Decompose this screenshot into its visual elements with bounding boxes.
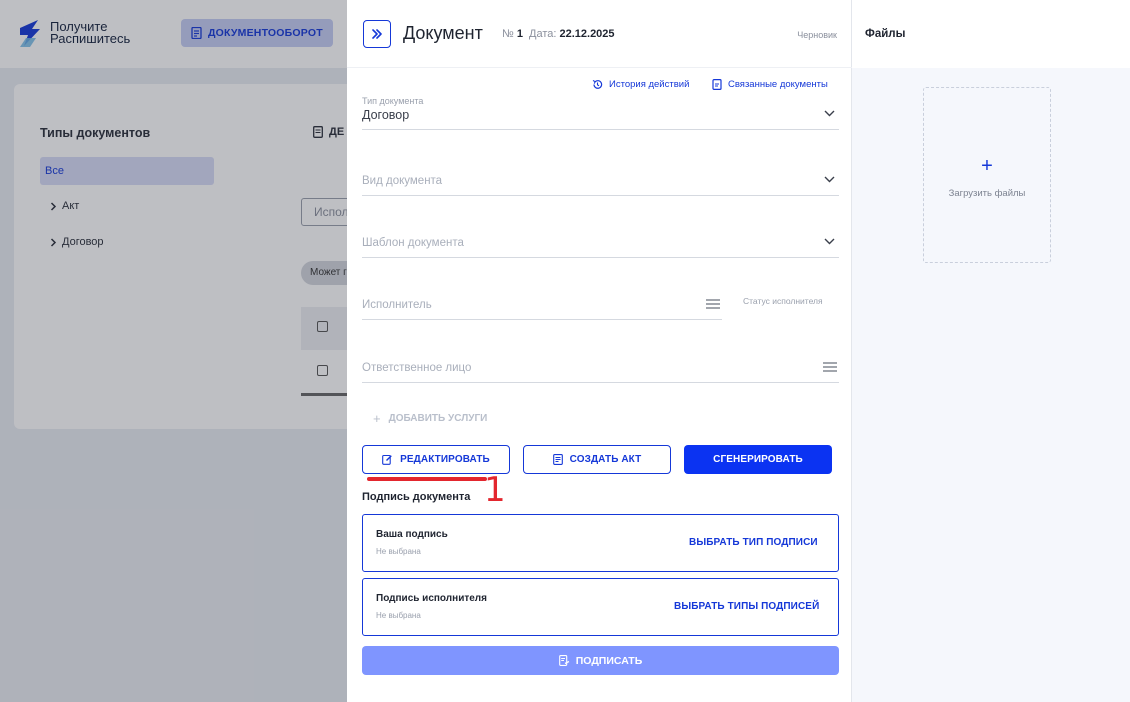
responsible-placeholder: Ответственное лицо	[362, 362, 472, 374]
executor-status-label: Статус исполнителя	[743, 296, 823, 306]
edit-icon	[382, 454, 392, 465]
document-status: Черновик	[797, 30, 837, 40]
executor-signature-card: Подпись исполнителя Не выбрана ВЫБРАТЬ Т…	[362, 578, 839, 636]
create-act-button[interactable]: СОЗДАТЬ АКТ	[523, 445, 671, 474]
create-act-label: СОЗДАТЬ АКТ	[569, 454, 642, 465]
doc-type-value: Договор	[362, 108, 410, 122]
linked-document-icon	[712, 79, 722, 90]
doc-template-select[interactable]: Шаблон документа	[362, 224, 839, 258]
double-chevron-right-icon	[372, 29, 382, 39]
doc-template-placeholder: Шаблон документа	[362, 237, 464, 249]
document-date: 22.12.2025	[559, 28, 615, 40]
responsible-field[interactable]: Ответственное лицо	[362, 349, 839, 383]
choose-signature-types-button[interactable]: ВЫБРАТЬ ТИПЫ ПОДПИСЕЙ	[674, 601, 819, 612]
your-signature-status: Не выбрана	[376, 547, 421, 556]
chevron-down-icon	[824, 238, 835, 245]
sign-button[interactable]: ПОДПИСАТЬ	[362, 646, 839, 675]
doc-kind-placeholder: Вид документа	[362, 175, 443, 187]
files-title: Файлы	[865, 28, 906, 40]
chevron-down-icon	[824, 176, 835, 183]
plus-icon: +	[981, 155, 993, 177]
history-icon	[592, 80, 603, 89]
edit-button-label: РЕДАКТИРОВАТЬ	[400, 454, 490, 465]
executor-signature-status: Не выбрана	[376, 611, 421, 620]
chevron-down-icon	[824, 110, 835, 117]
document-meta: № 1 Дата: 22.12.2025	[502, 28, 615, 40]
doc-type-select[interactable]: Тип документа Договор	[362, 96, 839, 130]
related-docs-link[interactable]: Связанные документы	[712, 79, 828, 90]
annotation-underline	[367, 477, 487, 481]
your-signature-name: Ваша подпись	[376, 529, 448, 540]
related-docs-link-label: Связанные документы	[728, 79, 828, 90]
executor-field[interactable]: Исполнитель	[362, 286, 722, 320]
history-link[interactable]: История действий	[592, 79, 689, 90]
doc-kind-select[interactable]: Вид документа	[362, 162, 839, 196]
generate-button[interactable]: СГЕНЕРИРОВАТЬ	[684, 445, 832, 474]
sign-button-label: ПОДПИСАТЬ	[575, 654, 643, 667]
executor-placeholder: Исполнитель	[362, 299, 432, 311]
document-lines-icon	[552, 454, 563, 465]
number-prefix: №	[502, 28, 514, 40]
your-signature-card: Ваша подпись Не выбрана ВЫБРАТЬ ТИП ПОДП…	[362, 514, 839, 572]
plus-icon: +	[373, 411, 381, 426]
generate-label: СГЕНЕРИРОВАТЬ	[713, 454, 803, 465]
upload-files-dropzone[interactable]: + Загрузить файлы	[923, 87, 1051, 263]
date-label: Дата:	[529, 28, 557, 40]
document-title: Документ	[403, 23, 483, 43]
add-services-label: ДОБАВИТЬ УСЛУГИ	[388, 413, 488, 424]
files-header: Файлы	[852, 0, 1130, 68]
list-menu-icon[interactable]	[706, 299, 720, 309]
sign-document-icon	[558, 655, 570, 666]
annotation-number: 1	[484, 470, 506, 510]
document-number: 1	[516, 28, 523, 40]
document-drawer: Документ № 1 Дата: 22.12.2025 Черновик И…	[347, 0, 1130, 702]
doc-type-label: Тип документа	[362, 96, 424, 106]
collapse-drawer-button[interactable]	[363, 20, 391, 48]
history-link-label: История действий	[609, 79, 690, 90]
document-form: Документ № 1 Дата: 22.12.2025 Черновик И…	[347, 0, 852, 702]
add-services-button[interactable]: + ДОБАВИТЬ УСЛУГИ	[373, 411, 487, 426]
list-menu-icon[interactable]	[823, 362, 837, 372]
choose-signature-type-button[interactable]: ВЫБРАТЬ ТИП ПОДПИСИ	[689, 537, 818, 548]
executor-signature-name: Подпись исполнителя	[376, 593, 487, 604]
signature-section-title: Подпись документа	[362, 491, 471, 503]
upload-files-label: Загрузить файлы	[948, 188, 1026, 199]
files-panel: Файлы + Загрузить файлы	[852, 0, 1130, 702]
header-divider	[347, 67, 852, 68]
